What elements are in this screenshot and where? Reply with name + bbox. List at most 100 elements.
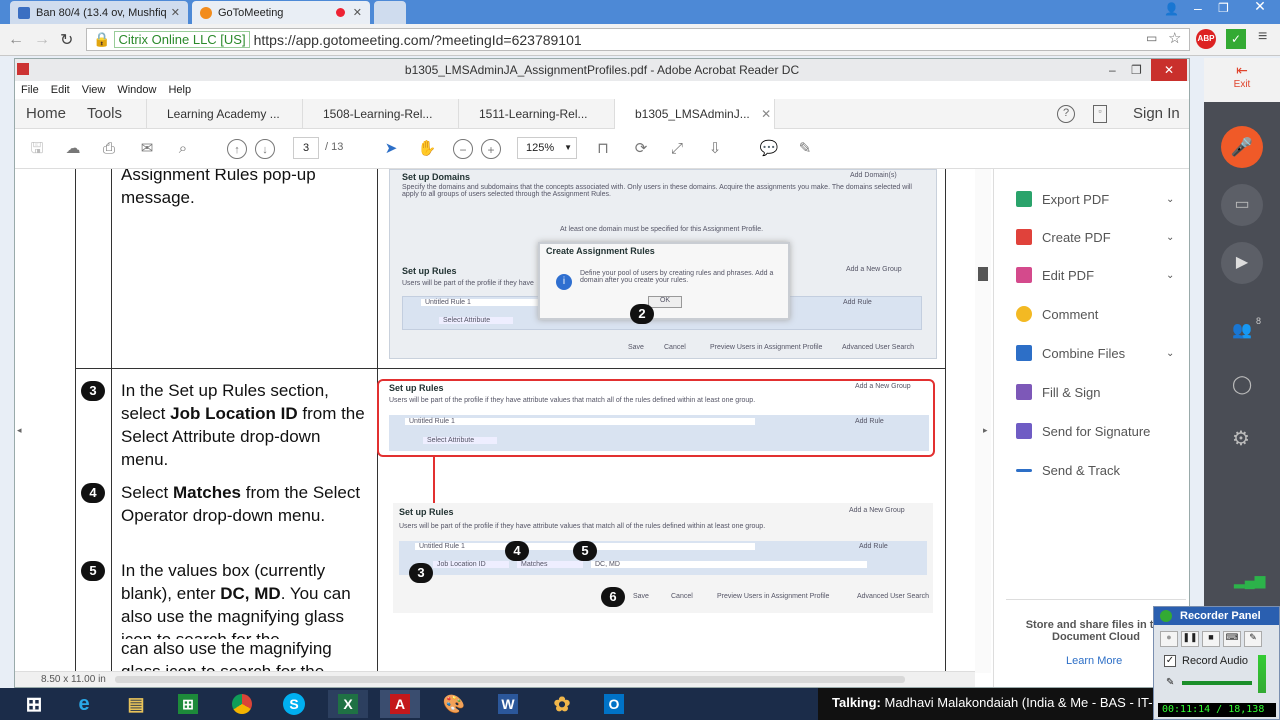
adblock-icon[interactable]: ABP [1196,29,1216,49]
zoom-select[interactable]: 125% ▼ [517,137,577,159]
menu-edit[interactable]: Edit [51,84,70,96]
screen-share-icon[interactable]: ▭ [1221,184,1263,226]
horizontal-scrollbar-thumb[interactable] [115,676,905,683]
pen-icon[interactable]: ✎ [795,139,815,159]
document-view[interactable]: Assignment Rules pop-up message. Set up … [15,169,975,673]
forward-arrow-icon[interactable]: → [34,31,50,49]
keyboard-icon[interactable]: ⌨ [1223,631,1241,647]
close-icon[interactable]: ✕ [171,6,180,19]
skype-icon[interactable]: S [274,690,314,718]
reload-icon[interactable]: ↻ [60,30,73,50]
comment-icon[interactable]: 💬 [759,139,779,159]
learn-more-link[interactable]: Learn More [1066,655,1122,667]
close-button[interactable]: ✕ [1151,59,1187,81]
chevron-down-icon[interactable]: ⌄ [1166,348,1174,359]
acrobat-icon[interactable]: A [380,690,420,718]
tool-send-for-signature[interactable]: Send for Signature [1016,421,1150,441]
chat-icon[interactable]: ◯ [1232,374,1252,395]
paint-icon[interactable]: 🎨 [434,690,474,718]
tool-create-pdf[interactable]: Create PDF ⌄ [1016,227,1174,247]
tools-tab[interactable]: Tools [81,99,147,129]
menu-help[interactable]: Help [168,84,191,96]
vertical-scrollbar[interactable] [975,169,991,673]
tool-send-track[interactable]: Send & Track [1016,460,1120,480]
flower-app-icon[interactable]: ✿ [542,690,582,718]
bookmark-star-icon[interactable]: ☆ [1168,29,1181,47]
draw-icon[interactable]: ✎ [1244,631,1262,647]
collapse-pane-arrow-icon[interactable]: ▸ [983,425,988,436]
search-icon[interactable]: ⌕ [173,139,193,159]
zoom-in-icon[interactable]: + [481,139,501,159]
maximize-button[interactable]: ❐ [1218,1,1229,15]
print-icon[interactable]: ⎙ [99,139,119,159]
page-up-icon[interactable]: ↑ [227,139,247,159]
record-icon[interactable]: ● [1160,631,1178,647]
pause-icon[interactable]: ❚❚ [1181,631,1199,647]
stop-icon[interactable]: ■ [1202,631,1220,647]
mobile-link-icon[interactable]: ▫ [1093,105,1107,123]
help-icon[interactable]: ? [1057,105,1075,123]
zoom-out-icon[interactable]: − [453,139,473,159]
home-tab[interactable]: Home [15,99,81,129]
hand-tool-icon[interactable]: ✋ [417,139,437,159]
cast-icon[interactable]: ▭ [1146,31,1157,45]
back-arrow-icon[interactable]: ← [8,31,24,49]
record-audio-checkbox[interactable]: ✓ [1164,655,1176,667]
page-down-icon[interactable]: ↓ [255,139,275,159]
page-number-input[interactable]: 3 [293,137,319,159]
menu-window[interactable]: Window [117,84,156,96]
tool-combine-files[interactable]: Combine Files ⌄ [1016,343,1174,363]
doc-tab-learning-academy[interactable]: Learning Academy ... [147,99,303,129]
close-icon[interactable]: ✕ [761,107,771,121]
user-icon[interactable]: 👤 [1164,2,1179,16]
tool-export-pdf[interactable]: Export PDF ⌄ [1016,189,1174,209]
menu-view[interactable]: View [82,84,106,96]
scroll-mode-icon[interactable]: ⇩ [705,139,725,159]
window-close-button[interactable]: ✕ [1240,0,1280,18]
chrome-icon[interactable] [222,690,262,718]
sign-in-button[interactable]: Sign In [1133,105,1180,122]
upload-cloud-icon[interactable]: ☁ [63,139,83,159]
webcam-icon[interactable]: ▶ [1221,242,1263,284]
minimize-button[interactable]: – [1109,59,1116,81]
microphone-muted-icon[interactable]: 🎤 [1221,126,1263,168]
select-cursor-icon[interactable]: ➤ [381,139,401,159]
chevron-down-icon[interactable]: ⌄ [1166,194,1174,205]
new-tab-button[interactable] [374,1,406,24]
file-explorer-icon[interactable]: ▤ [116,690,156,718]
rotate-icon[interactable]: ⟳ [631,139,651,159]
email-icon[interactable]: ✉ [137,139,157,159]
volume-slider[interactable] [1182,681,1252,685]
tool-edit-pdf[interactable]: Edit PDF ⌄ [1016,265,1174,285]
extension-check-icon[interactable]: ✓ [1226,29,1246,49]
internet-explorer-icon[interactable]: e [64,690,104,718]
expand-left-arrow-icon[interactable]: ◂ [17,425,22,436]
browser-tab-gotomeeting[interactable]: GoToMeeting ✕ [192,1,370,24]
doc-tab-b1305[interactable]: b1305_LMSAdminJ... ✕ [615,99,775,129]
save-icon[interactable]: 🖫 [27,139,47,159]
full-screen-icon[interactable]: ⤢ [667,139,687,159]
fit-page-icon[interactable]: ⊓ [593,139,613,159]
exit-button[interactable]: ⇤ Exit [1204,58,1280,102]
maximize-button[interactable]: ❐ [1131,59,1142,81]
scrollbar-thumb[interactable] [978,267,988,281]
windows-start-icon[interactable]: ⊞ [14,690,54,718]
browser-tab-cricket[interactable]: Ban 80/4 (13.4 ov, Mushfiq ✕ [10,1,188,24]
doc-tab-1508[interactable]: 1508-Learning-Rel... [303,99,459,129]
chevron-down-icon[interactable]: ⌄ [1166,232,1174,243]
excel-icon[interactable]: X [328,690,368,718]
address-bar[interactable]: 🔒 Citrix Online LLC [US] https://app.got… [86,28,1190,51]
settings-gear-icon[interactable]: ⚙ [1232,426,1250,451]
menu-file[interactable]: File [21,84,39,96]
excel-green-icon[interactable]: ⊞ [168,690,208,718]
tool-comment[interactable]: Comment [1016,304,1098,324]
close-icon[interactable]: ✕ [353,6,362,19]
chevron-down-icon[interactable]: ⌄ [1166,270,1174,281]
doc-tab-1511[interactable]: 1511-Learning-Rel... [459,99,615,129]
word-icon[interactable]: W [488,690,528,718]
outlook-icon[interactable]: O [594,690,634,718]
attendees-icon[interactable]: 👥 [1232,320,1252,340]
tool-fill-sign[interactable]: Fill & Sign [1016,382,1101,402]
chrome-menu-icon[interactable]: ≡ [1258,28,1267,46]
minimize-button[interactable]: – [1194,0,1202,16]
